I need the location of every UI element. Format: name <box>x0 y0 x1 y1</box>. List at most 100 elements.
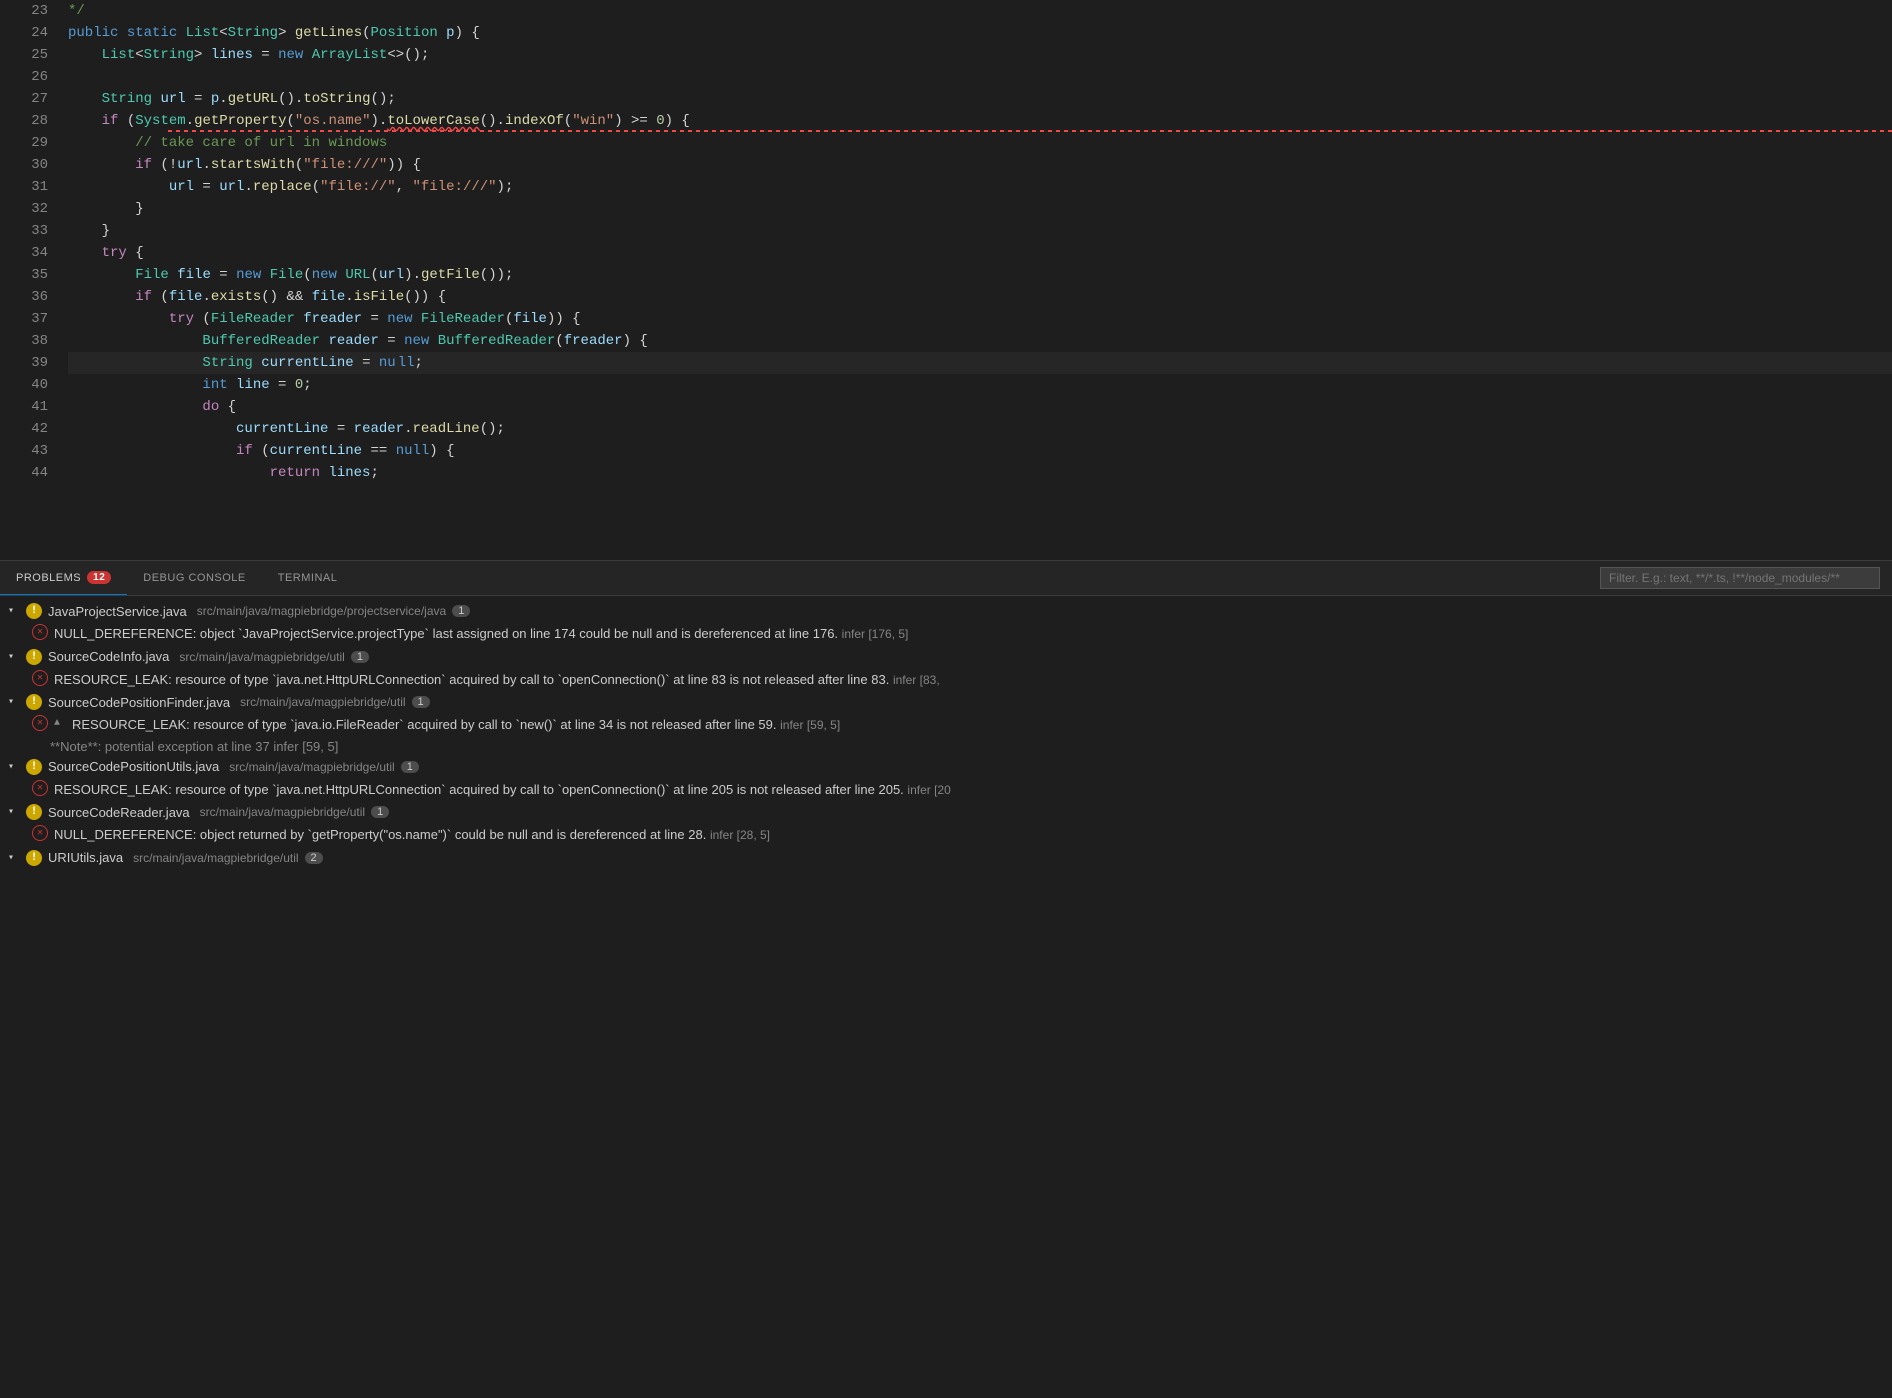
problem-item-resource-leak-2[interactable]: ✕ ▲ RESOURCE_LEAK: resource of type `jav… <box>0 713 1892 737</box>
problem-source-null-deref-1: infer <box>842 627 869 641</box>
code-line-41: do { <box>68 396 1892 418</box>
code-line-35: File file = new File ( new URL ( url ). … <box>68 264 1892 286</box>
editor-area: 23 24 25 26 27 28 29 30 31 32 33 34 35 3… <box>0 0 1892 560</box>
code-line-34: try { <box>68 242 1892 264</box>
problem-location-null-deref-1: [176, 5] <box>868 627 908 641</box>
count-uri-utils: 2 <box>305 852 323 864</box>
chevron-right-icon: ▾ <box>8 852 20 864</box>
code-line-29: // take care of url in windows <box>68 132 1892 154</box>
filename-source-code-info: SourceCodeInfo.java <box>48 649 169 664</box>
error-icon-source-code-reader: ! <box>26 804 42 820</box>
code-line-31: url = url . replace ( "file://" , "file:… <box>68 176 1892 198</box>
error-icon-java-project-service: ! <box>26 603 42 619</box>
file-group-java-project-service: ▾ ! JavaProjectService.java src/main/jav… <box>0 600 1892 646</box>
tab-terminal[interactable]: TERMINAL <box>262 561 354 595</box>
code-line-42: currentLine = reader . readLine (); <box>68 418 1892 440</box>
code-line-39: String currentLine = null ; <box>68 352 1892 374</box>
problem-source-null-deref-2: infer <box>710 828 737 842</box>
file-group-source-code-reader: ▾ ! SourceCodeReader.java src/main/java/… <box>0 801 1892 847</box>
code-line-40: int line = 0 ; <box>68 374 1892 396</box>
count-source-code-position-finder: 1 <box>412 696 430 708</box>
problem-item-resource-leak-3[interactable]: ✕ RESOURCE_LEAK: resource of type `java.… <box>0 778 1892 802</box>
error-x-icon: ✕ <box>32 624 48 640</box>
error-x-icon-3: ✕ <box>32 715 48 731</box>
filename-source-code-position-utils: SourceCodePositionUtils.java <box>48 759 219 774</box>
tab-debug-label: DEBUG CONSOLE <box>143 572 245 584</box>
problem-message-resource-leak-3: RESOURCE_LEAK: resource of type `java.ne… <box>54 780 1884 800</box>
file-group-source-code-position-utils: ▾ ! SourceCodePositionUtils.java src/mai… <box>0 756 1892 802</box>
filepath-source-code-info: src/main/java/magpiebridge/util <box>179 650 344 664</box>
file-group-source-code-info: ▾ ! SourceCodeInfo.java src/main/java/ma… <box>0 646 1892 692</box>
error-icon-source-code-position-utils: ! <box>26 759 42 775</box>
problem-message-null-deref-2: NULL_DEREFERENCE: object returned by `ge… <box>54 825 1884 845</box>
filepath-source-code-position-finder: src/main/java/magpiebridge/util <box>240 695 405 709</box>
code-line-36: if ( file . exists () && file . isFile (… <box>68 286 1892 308</box>
code-line-27: String url = p . getURL (). toString (); <box>68 88 1892 110</box>
file-header-uri-utils[interactable]: ▾ ! URIUtils.java src/main/java/magpiebr… <box>0 847 1892 869</box>
note-resource-leak-2: **Note**: potential exception at line 37… <box>0 737 1892 756</box>
problem-location-null-deref-2: [28, 5] <box>737 828 770 842</box>
count-java-project-service: 1 <box>452 605 470 617</box>
problem-item-null-deref-1[interactable]: ✕ NULL_DEREFERENCE: object `JavaProjectS… <box>0 622 1892 646</box>
filename-uri-utils: URIUtils.java <box>48 850 123 865</box>
problem-message-resource-leak-1: RESOURCE_LEAK: resource of type `java.ne… <box>54 670 1884 690</box>
code-line-24: public static List < String > getLines (… <box>68 22 1892 44</box>
line-numbers: 23 24 25 26 27 28 29 30 31 32 33 34 35 3… <box>0 0 60 560</box>
code-line-32: } <box>68 198 1892 220</box>
code-line-28: if ( System . getProperty ( "os.name" ).… <box>68 110 1892 132</box>
filter-container <box>1600 561 1892 595</box>
file-header-source-code-info[interactable]: ▾ ! SourceCodeInfo.java src/main/java/ma… <box>0 646 1892 668</box>
file-group-source-code-position-finder: ▾ ! SourceCodePositionFinder.java src/ma… <box>0 691 1892 756</box>
problems-list[interactable]: ▾ ! JavaProjectService.java src/main/jav… <box>0 596 1892 1398</box>
problem-message-resource-leak-2: RESOURCE_LEAK: resource of type `java.io… <box>72 715 1884 735</box>
filepath-source-code-reader: src/main/java/magpiebridge/util <box>200 805 365 819</box>
problem-source-resource-leak-1: infer <box>893 673 920 687</box>
chevron-down-icon-2: ▾ <box>8 651 20 663</box>
expand-icon[interactable]: ▲ <box>54 718 66 729</box>
count-source-code-reader: 1 <box>371 806 389 818</box>
file-header-source-code-reader[interactable]: ▾ ! SourceCodeReader.java src/main/java/… <box>0 801 1892 823</box>
problem-location-resource-leak-2: [59, 5] <box>807 718 840 732</box>
code-lines[interactable]: */ public static List < String > getLine… <box>60 0 1892 560</box>
problem-location-resource-leak-3: [20 <box>934 783 951 797</box>
problem-item-resource-leak-1[interactable]: ✕ RESOURCE_LEAK: resource of type `java.… <box>0 668 1892 692</box>
code-line-44: return lines ; <box>68 462 1892 484</box>
filename-source-code-position-finder: SourceCodePositionFinder.java <box>48 695 230 710</box>
tab-problems-label: PROBLEMS <box>16 572 81 584</box>
tab-problems[interactable]: PROBLEMS 12 <box>0 561 127 595</box>
file-header-java-project-service[interactable]: ▾ ! JavaProjectService.java src/main/jav… <box>0 600 1892 622</box>
code-line-37: try ( FileReader freader = new FileReade… <box>68 308 1892 330</box>
problems-badge: 12 <box>87 571 111 584</box>
error-icon-uri-utils: ! <box>26 850 42 866</box>
code-line-38: BufferedReader reader = new BufferedRead… <box>68 330 1892 352</box>
problem-source-resource-leak-3: infer <box>907 783 934 797</box>
problem-location-resource-leak-1: [83, <box>920 673 940 687</box>
chevron-down-icon-3: ▾ <box>8 696 20 708</box>
problem-item-null-deref-2[interactable]: ✕ NULL_DEREFERENCE: object returned by `… <box>0 823 1892 847</box>
panel-tabs: PROBLEMS 12 DEBUG CONSOLE TERMINAL <box>0 561 1892 596</box>
error-x-icon-4: ✕ <box>32 780 48 796</box>
problem-source-resource-leak-2: infer <box>780 718 807 732</box>
error-x-icon-2: ✕ <box>32 670 48 686</box>
file-header-source-code-position-utils[interactable]: ▾ ! SourceCodePositionUtils.java src/mai… <box>0 756 1892 778</box>
filter-input[interactable] <box>1600 567 1880 589</box>
error-icon-source-code-position-finder: ! <box>26 694 42 710</box>
error-icon-source-code-info: ! <box>26 649 42 665</box>
code-line-25: List < String > lines = new ArrayList <>… <box>68 44 1892 66</box>
chevron-down-icon-5: ▾ <box>8 806 20 818</box>
filepath-java-project-service: src/main/java/magpiebridge/projectservic… <box>197 604 446 618</box>
code-line-30: if (! url . startsWith ( "file:///" )) { <box>68 154 1892 176</box>
count-source-code-position-utils: 1 <box>401 761 419 773</box>
tab-debug-console[interactable]: DEBUG CONSOLE <box>127 561 261 595</box>
note-text-resource-leak-2: **Note**: potential exception at line 37… <box>50 739 338 754</box>
filepath-source-code-position-utils: src/main/java/magpiebridge/util <box>229 760 394 774</box>
code-line-43: if ( currentLine == null ) { <box>68 440 1892 462</box>
tab-terminal-label: TERMINAL <box>278 572 338 584</box>
file-group-uri-utils: ▾ ! URIUtils.java src/main/java/magpiebr… <box>0 847 1892 869</box>
code-container: 23 24 25 26 27 28 29 30 31 32 33 34 35 3… <box>0 0 1892 560</box>
chevron-down-icon-4: ▾ <box>8 761 20 773</box>
file-header-source-code-position-finder[interactable]: ▾ ! SourceCodePositionFinder.java src/ma… <box>0 691 1892 713</box>
problem-message-null-deref-1: NULL_DEREFERENCE: object `JavaProjectSer… <box>54 624 1884 644</box>
code-line-33: } <box>68 220 1892 242</box>
code-line-23: */ <box>68 0 1892 22</box>
